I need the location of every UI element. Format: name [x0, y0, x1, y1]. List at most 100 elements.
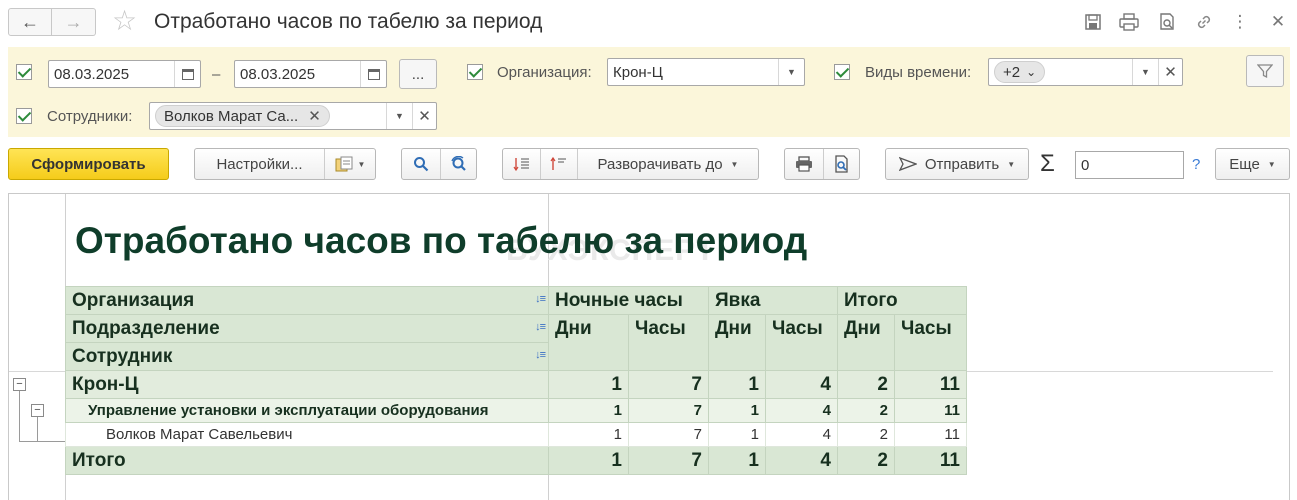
- date-from-value: 08.03.2025: [54, 65, 130, 83]
- link-icon[interactable]: [1192, 10, 1216, 34]
- cell-value: 1: [548, 370, 629, 399]
- cell-value: 11: [894, 398, 967, 423]
- date-to-field[interactable]: 08.03.2025: [234, 60, 387, 88]
- save-icon[interactable]: [1081, 10, 1105, 34]
- cell-value: 4: [765, 446, 838, 475]
- cell-value: 1: [548, 398, 629, 423]
- settings-button[interactable]: Настройки...: [195, 149, 324, 179]
- more-button[interactable]: Еще ▼: [1215, 148, 1290, 180]
- sort-icon[interactable]: ↓≡: [535, 293, 546, 305]
- dropdown-arrow-icon: ▼: [1007, 159, 1016, 169]
- window-title: Отработано часов по табелю за период: [154, 10, 543, 33]
- group-header-organization[interactable]: Организация ↓≡: [65, 286, 549, 315]
- clear-icon[interactable]: ✕: [412, 103, 436, 129]
- forward-button[interactable]: →: [52, 8, 96, 36]
- back-button[interactable]: ←: [8, 8, 52, 36]
- employees-field[interactable]: Волков Марат Са... ✕ ▼ ✕: [149, 102, 437, 130]
- dropdown-arrow-icon[interactable]: ▼: [778, 59, 804, 85]
- clear-icon[interactable]: ✕: [1158, 59, 1182, 85]
- dropdown-arrow-icon: ▼: [730, 159, 739, 169]
- cell-value: 1: [708, 370, 766, 399]
- cell-value: 2: [837, 422, 895, 447]
- dropdown-arrow-icon[interactable]: ▼: [1132, 59, 1158, 85]
- table-row[interactable]: Крон-Ц 1 7 1 4 2 11: [65, 370, 967, 399]
- cell-value: 2: [837, 370, 895, 399]
- cell-value: 11: [894, 422, 967, 447]
- table-row[interactable]: Волков Марат Савельевич 1 7 1 4 2 11: [65, 422, 967, 447]
- row-label-department: Управление установки и эксплуатации обор…: [65, 398, 549, 423]
- employees-checkbox[interactable]: [16, 108, 32, 124]
- cell-value: 4: [765, 370, 838, 399]
- subheader-days: Дни: [837, 314, 895, 371]
- calendar-icon[interactable]: [360, 61, 386, 87]
- report-title: Отработано часов по табелю за период: [75, 220, 808, 261]
- remove-chip-icon[interactable]: ✕: [308, 107, 321, 125]
- timetypes-checkbox[interactable]: [834, 64, 850, 80]
- cell-value: 11: [894, 370, 967, 399]
- cell-value: 1: [708, 398, 766, 423]
- subheader-days: Дни: [548, 314, 629, 371]
- organization-field[interactable]: Крон-Ц ▼: [607, 58, 805, 86]
- sort-icon[interactable]: ↓≡: [535, 349, 546, 361]
- total-label: Итого: [65, 446, 549, 475]
- preview-icon[interactable]: [1155, 10, 1179, 34]
- collapse-groups-icon: [550, 156, 566, 170]
- timetypes-chip[interactable]: +2 ⌄: [994, 61, 1046, 83]
- group-header-employee[interactable]: Сотрудник ↓≡: [65, 342, 549, 371]
- total-row[interactable]: Итого 1 7 1 4 2 11: [65, 446, 967, 475]
- arrow-left-icon: ←: [21, 11, 39, 32]
- date-from-field[interactable]: 08.03.2025: [48, 60, 201, 88]
- expand-all-button[interactable]: [503, 149, 540, 179]
- close-icon[interactable]: ✕: [1266, 10, 1290, 34]
- send-button[interactable]: Отправить ▼: [885, 148, 1029, 180]
- organization-checkbox[interactable]: [467, 64, 483, 80]
- cell-value: 7: [628, 398, 709, 423]
- date-separator: –: [212, 66, 221, 83]
- find-button[interactable]: [402, 149, 440, 179]
- collapse-toggle-icon[interactable]: −: [31, 404, 44, 417]
- generate-button[interactable]: Сформировать: [8, 148, 169, 180]
- expand-to-button[interactable]: Разворачивать до ▼: [577, 149, 758, 179]
- more-vertical-icon[interactable]: ⋮: [1228, 10, 1252, 34]
- row-label-employee: Волков Марат Савельевич: [65, 422, 549, 447]
- collapse-all-button[interactable]: [540, 149, 577, 179]
- group-header-department[interactable]: Подразделение ↓≡: [65, 314, 549, 343]
- search-next-icon: [451, 156, 466, 171]
- send-icon: [898, 156, 917, 172]
- report-table: Организация ↓≡ Ночные часы Явка Итого Под…: [65, 286, 967, 475]
- column-group-total: Итого: [837, 286, 967, 315]
- date-to-value: 08.03.2025: [240, 65, 316, 83]
- print-icon[interactable]: [1117, 10, 1141, 34]
- period-select-button[interactable]: ...: [399, 59, 437, 89]
- timetypes-field[interactable]: +2 ⌄ ▼ ✕: [988, 58, 1183, 86]
- find-next-button[interactable]: [440, 149, 477, 179]
- cell-value: 2: [837, 398, 895, 423]
- variants-button[interactable]: ▼: [324, 149, 375, 179]
- sort-icon[interactable]: ↓≡: [535, 321, 546, 333]
- cell-value: 4: [765, 398, 838, 423]
- cell-value: 1: [708, 446, 766, 475]
- employee-chip[interactable]: Волков Марат Са... ✕: [155, 105, 330, 127]
- collapse-toggle-icon[interactable]: −: [13, 378, 26, 391]
- subheader-hours: Часы: [894, 314, 967, 371]
- expand-groups-icon: [513, 158, 529, 172]
- filter-button[interactable]: [1246, 55, 1284, 87]
- dropdown-arrow-icon[interactable]: ▼: [386, 103, 412, 129]
- search-button-group: [401, 148, 477, 180]
- organization-label: Организация:: [497, 64, 592, 81]
- report-variants-icon: [335, 156, 353, 172]
- print-preview-button[interactable]: [823, 149, 860, 179]
- settings-button-group: Настройки... ▼: [194, 148, 376, 180]
- sum-field[interactable]: 0: [1075, 151, 1184, 179]
- organization-value: Крон-Ц: [613, 63, 663, 81]
- help-icon[interactable]: ?: [1192, 156, 1200, 173]
- print-button-group: [784, 148, 860, 180]
- subheader-hours: Часы: [628, 314, 709, 371]
- timetypes-label: Виды времени:: [865, 64, 972, 81]
- calendar-icon[interactable]: [174, 61, 200, 87]
- period-checkbox[interactable]: [16, 64, 32, 80]
- table-row[interactable]: Управление установки и эксплуатации обор…: [65, 398, 967, 423]
- print-button[interactable]: [785, 149, 823, 179]
- funnel-icon: [1257, 64, 1273, 79]
- favorite-star-icon[interactable]: ☆: [112, 6, 137, 36]
